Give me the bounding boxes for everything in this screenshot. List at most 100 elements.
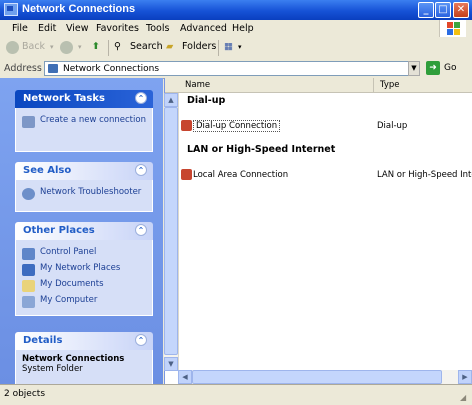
- task-label: Network Troubleshooter: [40, 187, 142, 197]
- collapse-chevron-icon[interactable]: ⌃: [135, 164, 147, 176]
- menu-bar: File Edit View Favorites Tools Advanced …: [0, 20, 472, 38]
- list-item[interactable]: Local Area Connection LAN or High-Speed …: [181, 168, 472, 182]
- folders-button[interactable]: Folders: [182, 41, 216, 52]
- see-also-title: See Also: [23, 165, 72, 176]
- windows-logo-icon: [439, 20, 466, 37]
- documents-folder-icon: [22, 280, 35, 292]
- back-arrow-icon: [6, 41, 19, 54]
- task-label: Create a new connection: [40, 115, 146, 125]
- scroll-thumb[interactable]: [164, 107, 178, 355]
- see-also-panel: Network Troubleshooter: [15, 180, 153, 212]
- menu-advanced[interactable]: Advanced: [180, 23, 227, 34]
- forward-arrow-icon[interactable]: [60, 41, 73, 54]
- window-title: Network Connections: [22, 3, 136, 15]
- other-places-panel: Control Panel My Network Places My Docum…: [15, 240, 153, 316]
- content-pane: Name Type Dial-up Dial-up Connection Dia…: [164, 78, 472, 384]
- vertical-scrollbar[interactable]: ▲ ▼: [164, 93, 179, 371]
- item-name: Local Area Connection: [193, 170, 289, 180]
- group-header: LAN or High-Speed Internet: [187, 144, 336, 155]
- task-pane: Network Tasks ⌃ Create a new connection …: [0, 78, 163, 384]
- toolbar-separator: [108, 40, 109, 56]
- computer-icon: [22, 296, 35, 308]
- network-tasks-title: Network Tasks: [23, 93, 105, 104]
- place-label: My Documents: [40, 279, 104, 289]
- details-type: System Folder: [22, 364, 83, 374]
- place-label: My Computer: [40, 295, 98, 305]
- menu-file[interactable]: File: [12, 23, 28, 34]
- item-name: Dial-up Connection: [193, 120, 281, 132]
- status-bar: 2 objects ◢: [0, 384, 472, 405]
- task-network-troubleshooter[interactable]: Network Troubleshooter: [22, 187, 146, 200]
- list-item[interactable]: Dial-up Connection Dial-up: [181, 119, 461, 133]
- scroll-up-button[interactable]: ▲: [164, 93, 178, 107]
- go-arrow-icon[interactable]: ➜: [426, 61, 440, 75]
- address-field[interactable]: Network Connections: [44, 61, 415, 76]
- back-button[interactable]: Back: [22, 41, 45, 52]
- scroll-right-button[interactable]: ▶: [458, 370, 472, 384]
- network-folder-icon: [4, 3, 18, 16]
- horizontal-scroll-thumb[interactable]: [192, 370, 442, 384]
- scroll-down-button[interactable]: ▼: [164, 357, 178, 371]
- item-type: LAN or High-Speed Internet: [377, 170, 472, 180]
- see-also-header[interactable]: See Also ⌃: [15, 162, 153, 180]
- dialup-modem-icon: [181, 120, 192, 131]
- status-text: 2 objects: [4, 389, 46, 399]
- search-icon: ⚲: [114, 41, 121, 52]
- resize-grip-icon[interactable]: ◢: [460, 393, 470, 403]
- views-dropdown-icon[interactable]: ▾: [238, 43, 242, 51]
- troubleshooter-icon: [22, 188, 35, 200]
- place-label: My Network Places: [40, 263, 121, 273]
- item-type: Dial-up: [377, 121, 408, 131]
- minimize-button[interactable]: _: [418, 2, 434, 18]
- folders-icon: ▰: [166, 41, 174, 52]
- collapse-chevron-icon[interactable]: ⌃: [135, 92, 147, 104]
- details-name: Network Connections: [22, 354, 125, 364]
- address-bar: Address Network Connections ▼ ➜ Go: [0, 59, 472, 79]
- column-name[interactable]: Name: [179, 78, 374, 92]
- lan-connection-icon: [181, 169, 192, 180]
- group-header: Dial-up: [187, 95, 226, 106]
- column-header: Name Type: [165, 78, 472, 93]
- search-button[interactable]: Search: [130, 41, 163, 52]
- menu-favorites[interactable]: Favorites: [96, 23, 139, 34]
- place-my-documents[interactable]: My Documents: [22, 279, 146, 292]
- menu-view[interactable]: View: [66, 23, 89, 34]
- details-header[interactable]: Details ⌃: [15, 332, 153, 350]
- maximize-button[interactable]: □: [435, 2, 451, 18]
- collapse-chevron-icon[interactable]: ⌃: [135, 334, 147, 346]
- place-control-panel[interactable]: Control Panel: [22, 247, 146, 260]
- back-dropdown-icon[interactable]: ▾: [50, 43, 54, 51]
- collapse-chevron-icon[interactable]: ⌃: [135, 224, 147, 236]
- toolbar-separator: [218, 40, 219, 56]
- address-value: Network Connections: [63, 64, 160, 74]
- toolbar: Back ▾ ▾ ⬆ ⚲ Search ▰ Folders ▦ ▾: [0, 37, 472, 60]
- network-tasks-header[interactable]: Network Tasks ⌃: [15, 90, 153, 108]
- place-label: Control Panel: [40, 247, 97, 257]
- control-panel-icon: [22, 248, 35, 260]
- address-label: Address: [4, 63, 42, 74]
- go-button[interactable]: Go: [444, 63, 456, 73]
- network-folder-icon: [48, 64, 58, 73]
- views-icon[interactable]: ▦: [224, 41, 233, 52]
- network-tasks-panel: Create a new connection: [15, 108, 153, 152]
- forward-dropdown-icon[interactable]: ▾: [78, 43, 82, 51]
- scroll-left-button[interactable]: ◀: [178, 370, 192, 384]
- other-places-title: Other Places: [23, 225, 95, 236]
- title-bar[interactable]: Network Connections _ □ ✕: [0, 0, 472, 20]
- details-title: Details: [23, 335, 63, 346]
- menu-help[interactable]: Help: [232, 23, 254, 34]
- up-folder-icon[interactable]: ⬆: [92, 41, 100, 52]
- menu-tools[interactable]: Tools: [146, 23, 169, 34]
- menu-edit[interactable]: Edit: [38, 23, 56, 34]
- address-dropdown-button[interactable]: ▼: [408, 61, 420, 76]
- network-places-icon: [22, 264, 35, 276]
- place-my-computer[interactable]: My Computer: [22, 295, 146, 308]
- place-my-network-places[interactable]: My Network Places: [22, 263, 146, 276]
- new-connection-icon: [22, 116, 35, 128]
- column-type[interactable]: Type: [374, 78, 472, 92]
- horizontal-scrollbar[interactable]: ◀ ▶: [178, 370, 472, 384]
- task-create-connection[interactable]: Create a new connection: [22, 115, 146, 128]
- close-button[interactable]: ✕: [453, 2, 469, 18]
- details-panel: Network Connections System Folder: [15, 350, 153, 384]
- other-places-header[interactable]: Other Places ⌃: [15, 222, 153, 240]
